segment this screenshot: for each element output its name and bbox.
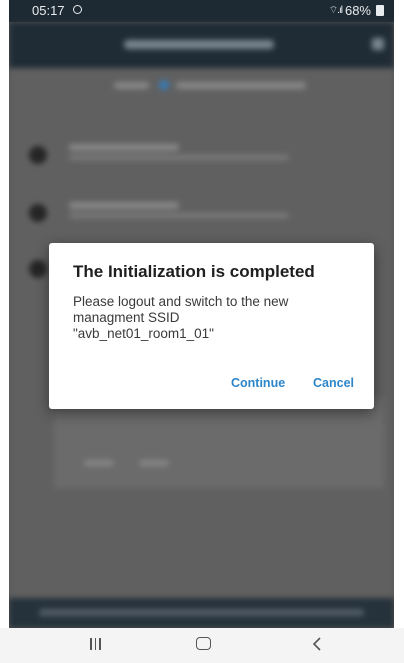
- battery-icon: [376, 5, 384, 16]
- battery-percent: 68%: [344, 3, 371, 18]
- initialization-dialog: The Initialization is completed Please l…: [49, 243, 374, 409]
- home-icon[interactable]: [196, 637, 211, 650]
- dialog-title: The Initialization is completed: [73, 262, 315, 281]
- status-right-group: ⌔.ıl 68%: [329, 3, 384, 18]
- cancel-button[interactable]: Cancel: [313, 376, 354, 390]
- clock-icon: [73, 5, 82, 14]
- dialog-message: Please logout and switch to the new mana…: [73, 294, 289, 341]
- continue-button[interactable]: Continue: [231, 376, 285, 390]
- status-time: 05:17: [32, 3, 65, 18]
- android-nav-bar: [0, 628, 404, 663]
- wifi-signal-icon: ⌔.ıl: [328, 5, 343, 16]
- back-icon[interactable]: [312, 636, 322, 652]
- recents-icon[interactable]: [90, 638, 101, 650]
- status-bar: 05:17 ⌔.ıl 68%: [9, 0, 394, 22]
